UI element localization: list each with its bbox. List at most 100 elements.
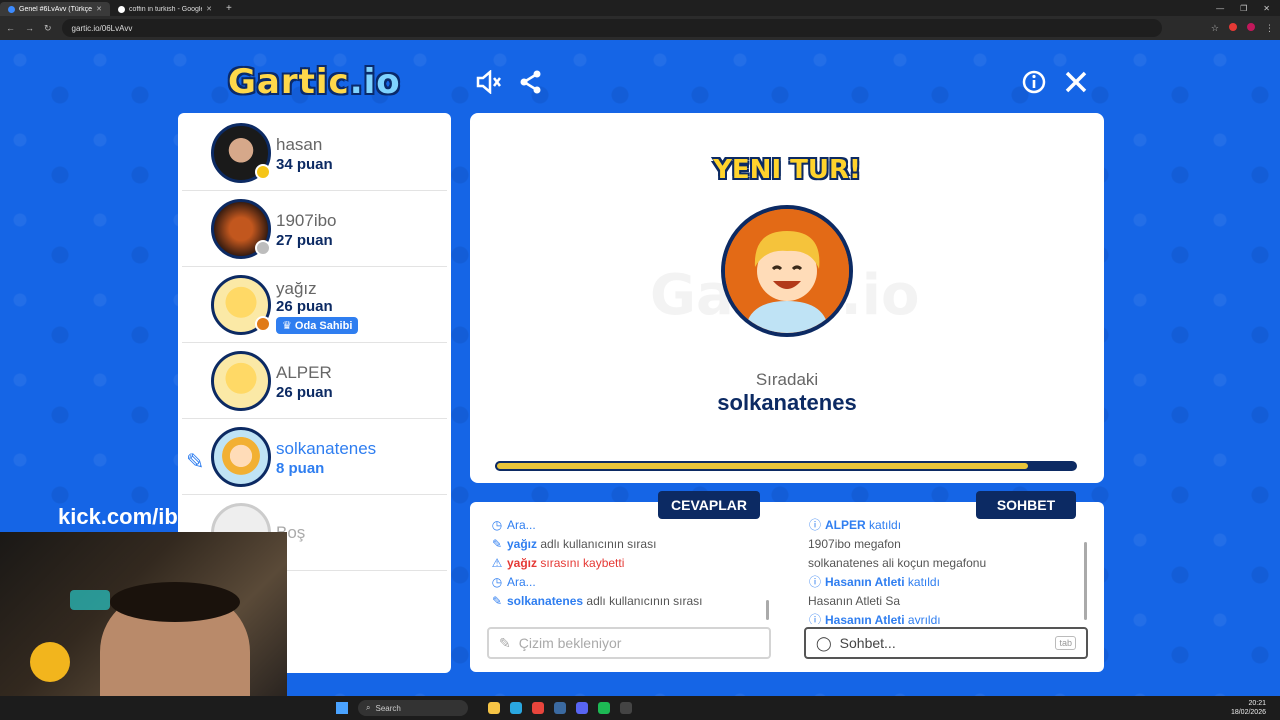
spotify-icon[interactable]	[598, 702, 610, 714]
player-row[interactable]: hasan 34 puan	[182, 115, 447, 191]
file-explorer-icon[interactable]	[488, 702, 500, 714]
info-icon: ⓘ	[808, 613, 821, 624]
url-text: gartic.io/06LvAvv	[71, 23, 133, 33]
browser-tab-gartic[interactable]: Genel #6LvAvv (Türkçe) - Gartic ✕	[0, 2, 110, 16]
player-score: 8 puan	[276, 460, 325, 477]
logo-text: Gartic	[228, 62, 350, 102]
message-text: sırasını kaybetti	[540, 556, 625, 570]
round-timer-fill	[495, 461, 1031, 471]
owner-label: Oda Sahibi	[294, 320, 353, 332]
steam-icon[interactable]	[554, 702, 566, 714]
taskbar-search-label: Search	[375, 703, 401, 713]
close-icon[interactable]	[1064, 70, 1088, 101]
clock-icon: ◷	[491, 575, 503, 589]
message-author: Hasanın Atleti	[825, 613, 905, 624]
tab-answers[interactable]: CEVAPLAR	[658, 491, 760, 519]
player-row[interactable]: ALPER 26 puan	[182, 343, 447, 419]
chat-input-placeholder: Sohbet...	[839, 635, 896, 651]
tab-title: Genel #6LvAvv (Türkçe) - Gartic	[19, 5, 93, 13]
discord-icon[interactable]	[576, 702, 588, 714]
taskbar-search[interactable]: ⌕ Search	[358, 700, 468, 716]
chat-list: ⓘ ALPER katıldı 1907ibo megafon solkanatene…	[808, 516, 1078, 624]
status-badge	[255, 164, 271, 180]
player-score: 27 puan	[276, 232, 333, 249]
extension-icon[interactable]	[1229, 22, 1237, 31]
warning-icon: ⚠	[491, 556, 503, 570]
windows-start-icon[interactable]	[336, 702, 348, 714]
new-round-title: YENI TUR!	[713, 155, 861, 185]
chat-input[interactable]: ◯ Sohbet... tab	[804, 627, 1088, 659]
message-author: yağız	[507, 537, 538, 551]
logo-suffix: .io	[349, 62, 401, 102]
close-window-icon[interactable]: ✕	[1263, 4, 1270, 13]
message-author: Hasanın Atleti	[808, 594, 883, 608]
taskbar: ⌕ Search 20:21 18/02/2026	[0, 696, 1280, 720]
player-name: yağız	[276, 279, 317, 298]
close-tab-icon[interactable]: ✕	[96, 5, 102, 13]
drawing-canvas[interactable]: Gartic.io YENI TUR! Sıradaki solkanatene…	[470, 113, 1104, 483]
message-text: katıldı	[907, 575, 940, 589]
maximize-icon[interactable]: ❐	[1240, 4, 1247, 13]
message-line: ◷ Ara...	[490, 516, 770, 535]
message-author: yağız	[507, 556, 538, 570]
share-icon[interactable]	[519, 70, 543, 101]
chrome-icon[interactable]	[532, 702, 544, 714]
message-line: ⓘ Hasanın Atleti ayrıldı	[808, 611, 1078, 624]
player-score: 34 puan	[276, 156, 333, 173]
message-author: Hasanın Atleti	[825, 575, 905, 589]
message-author: solkanatenes	[808, 556, 879, 570]
tab-chat[interactable]: SOHBET	[976, 491, 1076, 519]
bookmark-icon[interactable]: ☆	[1211, 23, 1219, 34]
drawing-pencil-icon: ✎	[186, 449, 205, 474]
forward-icon[interactable]: →	[25, 23, 34, 33]
new-tab-icon[interactable]: +	[220, 3, 238, 14]
player-row[interactable]: yağız 26 puan ♛ Oda Sahibi	[182, 267, 447, 343]
edge-icon[interactable]	[510, 702, 522, 714]
answer-input[interactable]: ✎ Çizim bekleniyor	[487, 627, 771, 659]
message-text: Ara...	[507, 575, 536, 589]
clock-date: 18/02/2026	[1230, 709, 1266, 716]
url-field[interactable]: gartic.io/06LvAvv	[61, 19, 1162, 37]
profile-icon[interactable]	[1247, 22, 1255, 31]
message-line: ◷ Ara...	[490, 573, 770, 592]
player-score: 26 puan	[276, 298, 333, 315]
chat-bubble-icon: ◯	[816, 634, 832, 651]
pencil-icon: ✎	[491, 537, 503, 551]
pencil-icon: ✎	[491, 594, 503, 608]
message-line: ✎ yağız adlı kullanıcının sırası	[490, 535, 770, 554]
message-text: adlı kullanıcının sırası	[586, 594, 703, 608]
gartic-logo: Gartic.io	[228, 62, 401, 102]
player-name: hasan	[276, 135, 323, 154]
message-author: 1907ibo	[808, 537, 851, 551]
tab-title: coffin in turkish - Google Search	[129, 5, 203, 13]
info-icon[interactable]	[1022, 70, 1046, 101]
chat-scrollbar[interactable]	[1084, 542, 1087, 620]
sound-icon[interactable]	[476, 69, 502, 101]
status-badge	[255, 240, 271, 256]
stream-channel: kick.com/iboa	[58, 504, 204, 529]
rubber-duck	[30, 642, 70, 682]
next-player-avatar	[721, 205, 853, 337]
next-label: Sıradaki	[755, 370, 819, 389]
reload-icon[interactable]: ↻	[44, 23, 52, 34]
minimize-icon[interactable]: —	[1216, 4, 1224, 13]
close-tab-icon[interactable]: ✕	[206, 5, 212, 13]
message-line: ✎ solkanatenes adlı kullanıcının sırası	[490, 592, 770, 611]
player-row[interactable]: 1907ibo 27 puan	[182, 191, 447, 267]
message-text: Ara...	[507, 518, 536, 532]
answers-scrollbar[interactable]	[766, 600, 769, 620]
player-name: ALPER	[276, 363, 332, 382]
menu-icon[interactable]: ⋮	[1265, 23, 1274, 34]
obs-icon[interactable]	[620, 702, 632, 714]
search-icon: ⌕	[366, 703, 371, 712]
message-line: 1907ibo megafon	[808, 535, 1078, 554]
message-line: solkanatenes ali koçun megafonu	[808, 554, 1078, 573]
info-icon: ⓘ	[808, 518, 821, 532]
message-text: ayrıldı	[907, 613, 941, 624]
message-text: megafon	[854, 537, 901, 551]
player-row[interactable]: ✎ solkanatenes 8 puan	[182, 419, 447, 495]
browser-tab-google[interactable]: coffin in turkish - Google Search ✕	[110, 2, 220, 16]
message-line: ⓘ Hasanın Atleti katıldı	[808, 573, 1078, 592]
back-icon[interactable]: ←	[6, 23, 15, 33]
chat-panel: CEVAPLAR SOHBET ◷ Ara... ✎ yağız adlı kulla…	[470, 491, 1104, 672]
